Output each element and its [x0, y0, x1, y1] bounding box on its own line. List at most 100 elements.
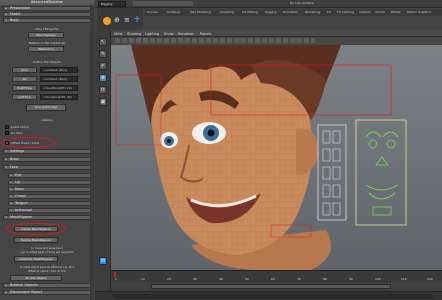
frame-disconnect[interactable]: Disconnect Object: [3, 290, 91, 295]
menu-view[interactable]: View: [114, 32, 122, 36]
frame-tick: 90: [349, 277, 353, 281]
tab-rendering[interactable]: Rendering: [305, 10, 320, 14]
frame-model[interactable]: Model: [3, 12, 91, 17]
right-eye-field[interactable]: <face|face|RE1 (Sh: [40, 85, 78, 91]
tab-poly-modeling[interactable]: Poly Modeling: [190, 10, 211, 14]
tab-custom[interactable]: Custom: [359, 10, 371, 14]
face-fitting-heading: Face Fitting File: [35, 27, 59, 31]
status-icons: [133, 1, 193, 6]
frame-individual[interactable]: Individual: [8, 208, 91, 213]
frame-meshrigaver[interactable]: MeshRigaver: [3, 215, 91, 220]
menu-renderer[interactable]: Renderer: [178, 32, 194, 36]
shelf-icons-area: ⊕ ≡ ☥: [97, 8, 143, 30]
rotate-tool-icon[interactable]: ⟳: [99, 86, 107, 94]
move-tool-icon[interactable]: ✥: [99, 74, 107, 82]
lasso-tool-icon[interactable]: ✎: [99, 50, 107, 58]
frame-nose[interactable]: Nose: [8, 187, 91, 192]
tab-motion-graphics[interactable]: Motion Graphics: [407, 10, 431, 14]
reference-heading: Reference file (Optional): [28, 41, 66, 45]
panel-toolbar-icons[interactable]: [115, 38, 315, 43]
3d-viewport[interactable]: [111, 45, 442, 270]
frame-eye[interactable]: Eye: [8, 173, 91, 178]
frame-tick: 30: [193, 277, 197, 281]
load-eyes-button[interactable]: Main Eyes(s): [28, 32, 64, 38]
paint-tool-icon[interactable]: ✐: [99, 62, 107, 70]
mode-dropdown[interactable]: Rigging: [98, 1, 126, 7]
menu-panels[interactable]: Panels: [200, 32, 211, 36]
layout-m-icon[interactable]: M: [99, 257, 107, 265]
advanced-skeleton-panel: AdvancedSkeleton Preparation Model Body …: [0, 0, 94, 300]
tab-sculpting[interactable]: Sculpting: [220, 10, 234, 14]
frame-face[interactable]: Face: [3, 165, 91, 170]
tab-fx[interactable]: FX: [327, 10, 331, 14]
tab-surfaces[interactable]: Surfaces: [167, 10, 180, 14]
paste-ctrl-label: paste ctrl(s): [11, 125, 30, 129]
frame-preparation[interactable]: Preparation: [3, 6, 91, 11]
tab-rigging[interactable]: Rigging: [265, 10, 276, 14]
tab-uv-editing[interactable]: UV Editing: [242, 10, 258, 14]
frame-cheek[interactable]: Cheek: [8, 194, 91, 199]
shelf-tab-bar: Curves Surfaces Poly Modeling Sculpting …: [145, 9, 442, 16]
frame-lip[interactable]: Lip: [8, 180, 91, 185]
all-field[interactable]: <untitled>Body: [40, 76, 78, 82]
panel-scrollbar[interactable]: [90, 5, 94, 300]
menu-icon[interactable]: ≡: [124, 16, 130, 24]
status-line: Rigging No Live Surface: [95, 0, 442, 8]
frame-tick: 50: [245, 277, 249, 281]
select-tool-icon[interactable]: ↖: [99, 38, 107, 46]
delete-meshrigaver-button[interactable]: Delete MeshRigaver: [14, 237, 58, 243]
skin-button[interactable]: Skin: [12, 67, 37, 73]
tab-curves[interactable]: Curves: [147, 10, 157, 14]
grid-icon[interactable]: ⊕: [114, 16, 120, 24]
frame-settings[interactable]: Settings: [3, 149, 91, 154]
fix-object-button[interactable]: Fix the Object: [10, 275, 62, 281]
frame-tick: 40: [219, 277, 223, 281]
viewport-icon-bar: [111, 37, 442, 45]
range-slider[interactable]: [111, 282, 442, 291]
command-line[interactable]: [95, 291, 442, 300]
do-skin-checkbox[interactable]: [5, 131, 9, 135]
menu-shading[interactable]: Shading: [127, 32, 141, 36]
left-eye-button[interactable]: Left Eye: [12, 94, 37, 100]
frame-tick: 110: [401, 277, 407, 281]
tab-arnold[interactable]: Arnold: [375, 10, 385, 14]
current-frame-marker[interactable]: [114, 272, 116, 277]
reference-button[interactable]: Reference: [28, 46, 64, 52]
all-button[interactable]: All: [12, 76, 37, 82]
one-point-map-button[interactable]: One point map: [26, 104, 66, 111]
panel-title: AdvancedSkeleton: [0, 0, 94, 5]
skin-field[interactable]: <untitled>Body: [40, 67, 78, 73]
left-eye-field[interactable]: <face|face|LE1 (Sh: [40, 94, 78, 100]
frame-refresh[interactable]: Refresh Objects: [3, 283, 91, 288]
frame-tick: 20: [167, 277, 171, 281]
tab-fx-caching[interactable]: FX Caching: [337, 10, 354, 14]
frame-tongue[interactable]: Tongue: [8, 201, 91, 206]
frame-tick: 60: [271, 277, 275, 281]
character-face-render: [115, 45, 407, 270]
frame-tick: 120: [427, 277, 433, 281]
note-pose: to make object pose be effective e.g. fa…: [19, 266, 75, 269]
time-slider[interactable]: 1 10 20 30 40 50 60 70 80 90 100 110 120: [111, 270, 442, 282]
right-eye-button[interactable]: Right Eye: [12, 85, 37, 91]
scale-tool-icon[interactable]: ▣: [99, 98, 107, 106]
range-bar[interactable]: [151, 284, 391, 289]
menu-show[interactable]: Show: [164, 32, 173, 36]
frame-tick: 1: [115, 277, 117, 281]
live-surface-field[interactable]: No Live Surface: [290, 1, 326, 7]
frame-tick: 80: [323, 277, 327, 281]
frame-tick: 100: [375, 277, 381, 281]
frame-tick: 10: [141, 277, 145, 281]
frame-body[interactable]: Body: [3, 18, 91, 23]
joint-figure-icon[interactable]: ☥: [134, 15, 140, 24]
note-reoffset: just re-offset parts of body get upgrade…: [20, 251, 74, 254]
do-skin-label: Do Skin: [11, 131, 23, 135]
command-input[interactable]: [113, 294, 433, 299]
menu-lighting[interactable]: Lighting: [145, 32, 159, 36]
sphere-icon[interactable]: [103, 17, 111, 25]
paste-ctrl-checkbox[interactable]: [5, 125, 9, 129]
tab-animation[interactable]: Animation: [283, 10, 298, 14]
tab-bifrost[interactable]: Bifrost: [391, 10, 401, 14]
highlight-ring-create: [6, 223, 66, 235]
frame-brow[interactable]: Brow: [3, 157, 91, 162]
optimize-meshrigaver-button[interactable]: Optimize MeshRigaver: [14, 256, 58, 262]
